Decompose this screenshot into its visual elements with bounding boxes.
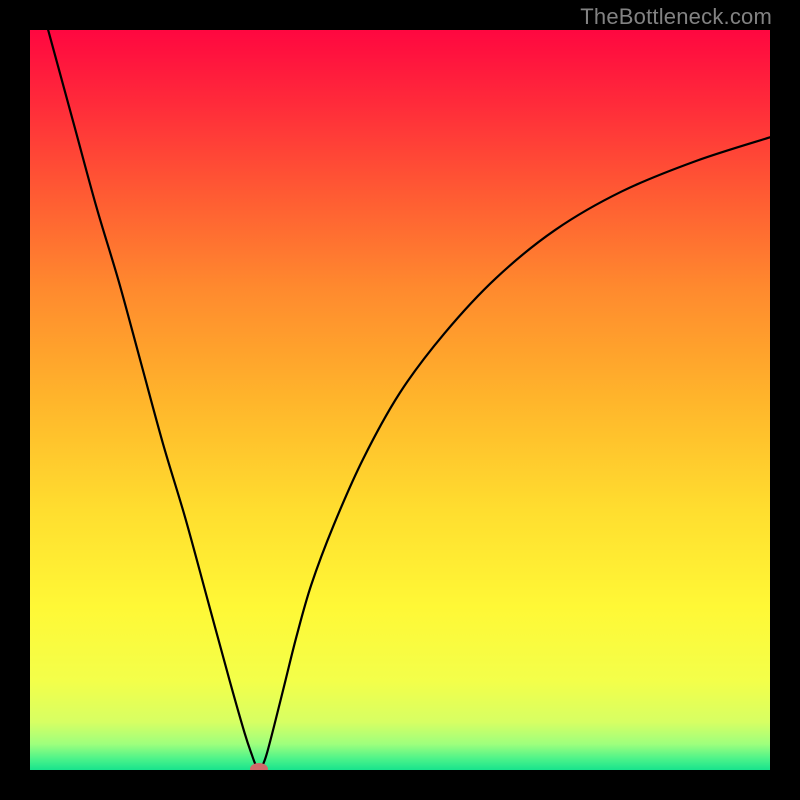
bottleneck-curve: [30, 30, 770, 770]
chart-frame: TheBottleneck.com: [0, 0, 800, 800]
optimal-point-marker: [250, 763, 268, 770]
plot-area: [30, 30, 770, 770]
watermark-text: TheBottleneck.com: [580, 4, 772, 30]
